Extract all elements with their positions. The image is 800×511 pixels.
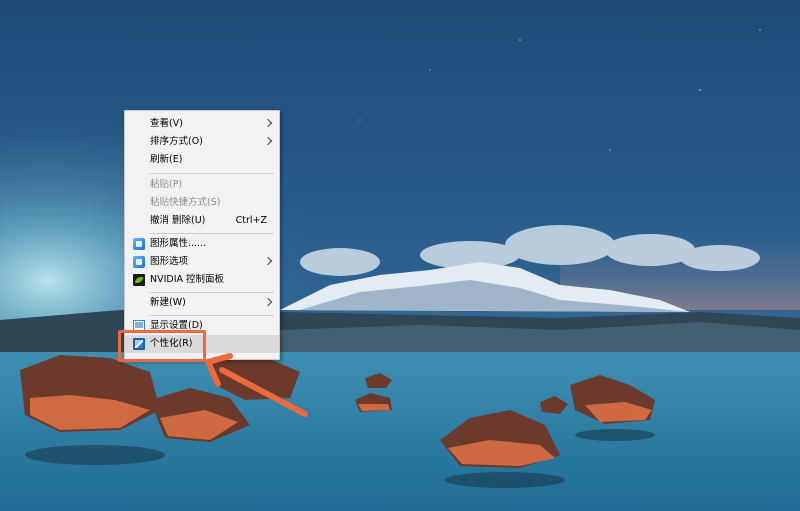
desktop-wallpaper[interactable]: 查看(V) 排序方式(O) 刷新(E) 粘贴(P) 粘贴快捷方式(S) 撤消 删… <box>0 0 800 511</box>
annotation-arrow-icon <box>205 353 308 417</box>
